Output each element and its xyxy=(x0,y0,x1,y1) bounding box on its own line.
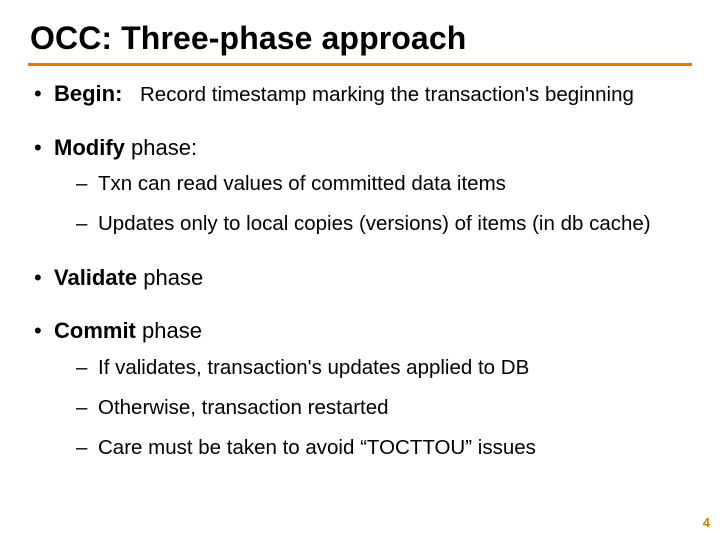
bullet-modify: Modify phase: Txn can read values of com… xyxy=(28,134,692,238)
modify-sublist: Txn can read values of committed data it… xyxy=(54,171,692,237)
bullet-modify-rest: phase: xyxy=(125,135,197,160)
page-title: OCC: Three-phase approach xyxy=(30,20,692,57)
bullet-begin-desc: Record timestamp marking the transaction… xyxy=(129,83,634,106)
modify-sub-2: Updates only to local copies (versions) … xyxy=(76,211,692,237)
bullet-validate: Validate phase xyxy=(28,264,692,292)
commit-sub-3: Care must be taken to avoid “TOCTTOU” is… xyxy=(76,435,692,461)
bullet-commit: Commit phase If validates, transaction's… xyxy=(28,317,692,461)
bullet-list: Begin: Record timestamp marking the tran… xyxy=(28,80,692,461)
commit-sub-2: Otherwise, transaction restarted xyxy=(76,395,692,421)
bullet-modify-label: Modify xyxy=(54,135,125,160)
bullet-validate-rest: phase xyxy=(137,265,203,290)
commit-sub-1: If validates, transaction's updates appl… xyxy=(76,355,692,381)
page-number: 4 xyxy=(703,515,710,530)
bullet-begin-label: Begin: xyxy=(54,81,122,106)
commit-sublist: If validates, transaction's updates appl… xyxy=(54,355,692,462)
bullet-begin: Begin: Record timestamp marking the tran… xyxy=(28,80,692,108)
bullet-commit-label: Commit xyxy=(54,318,136,343)
modify-sub-1: Txn can read values of committed data it… xyxy=(76,171,692,197)
slide: OCC: Three-phase approach Begin: Record … xyxy=(0,0,720,540)
bullet-commit-rest: phase xyxy=(136,318,202,343)
bullet-validate-label: Validate xyxy=(54,265,137,290)
title-rule xyxy=(28,63,692,66)
